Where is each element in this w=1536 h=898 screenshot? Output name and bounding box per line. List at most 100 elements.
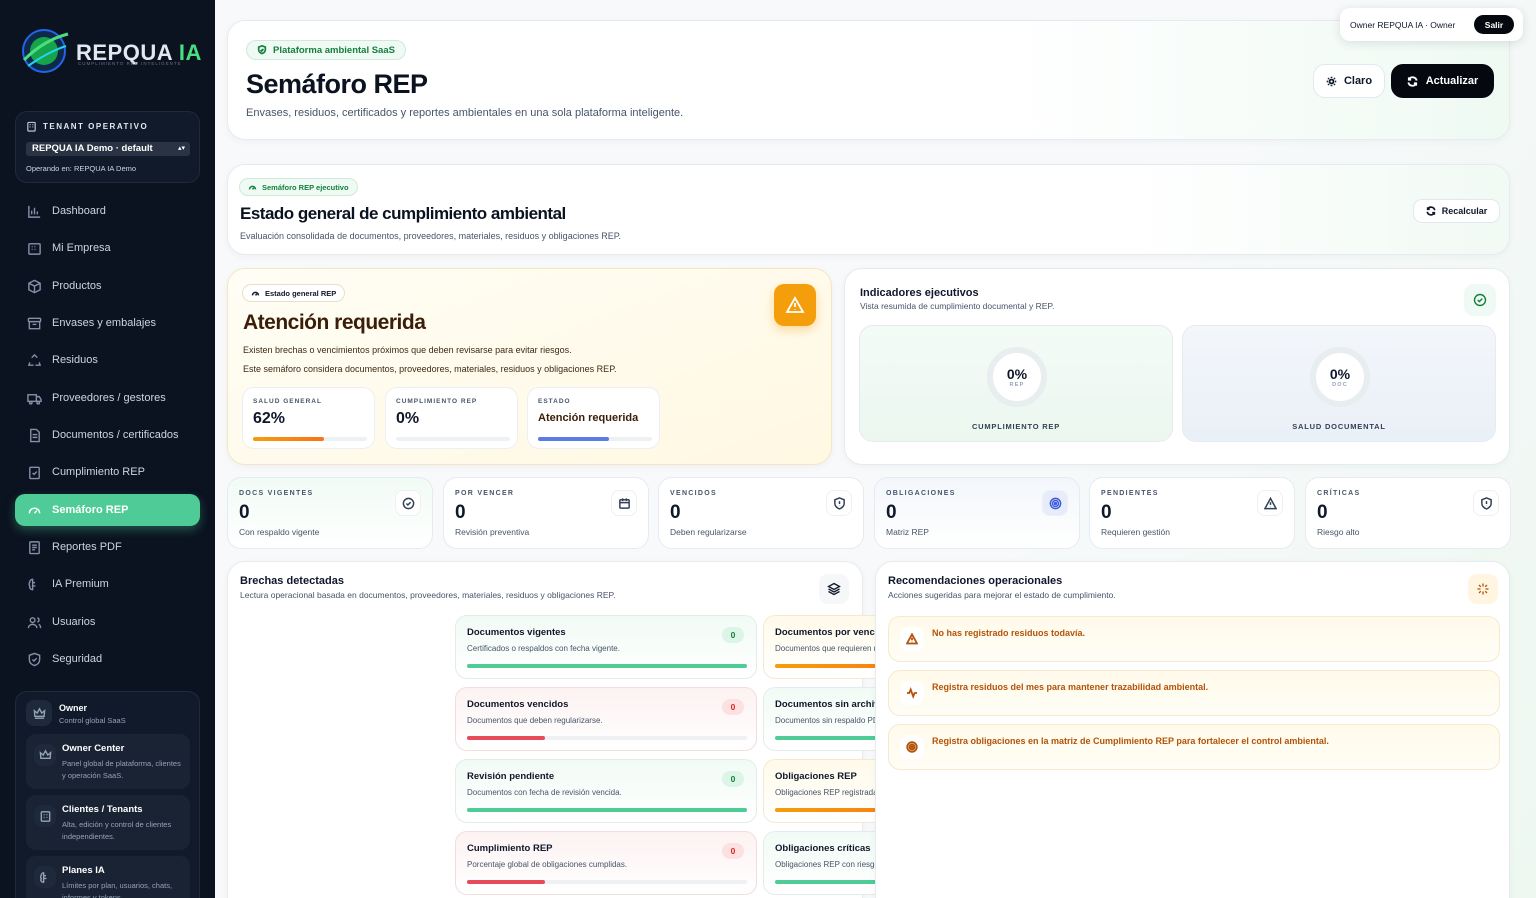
nav-usuarios[interactable]: Usuarios [15,606,200,638]
crown-icon [34,744,56,766]
nav-label: Reportes PDF [52,541,122,553]
layers-icon [819,574,849,604]
brain-icon [28,578,36,590]
recommendations-card: Recomendaciones operacionales Acciones s… [875,561,1510,898]
kpi-label: PENDIENTES [1101,490,1159,497]
gap-count: 0 [722,771,744,787]
refresh-button[interactable]: Actualizar [1391,64,1494,98]
owner-center-link[interactable]: Owner Center Panel global de plataforma,… [26,734,190,789]
gap-title: Documentos vigentes [467,627,566,638]
nav-label: Envases y embalajes [52,317,156,329]
ring-label: SALUD DOCUMENTAL [1292,422,1386,431]
logout-button[interactable]: Salir [1474,15,1514,34]
kpi-vencidos: VENCIDOS 0 Deben regularizarse [658,477,864,549]
kpi-value: 0 [239,502,250,523]
recommendation-item: Registra obligaciones en la matriz de Cu… [888,724,1500,770]
owner-title: Owner [59,703,88,713]
card-title: Owner Center [62,743,125,754]
nav-productos[interactable]: Productos [15,270,200,302]
recommendation-item: No has registrado residuos todavía. [888,616,1500,662]
nav-semaforo[interactable]: Semáforo REP [15,494,200,526]
tenant-panel: TENANT OPERATIVO REPQUA IA Demo · defaul… [15,111,200,183]
recalculate-button[interactable]: Recalcular [1413,199,1500,223]
nav-label: Usuarios [52,616,96,628]
card-desc: Alta, edición y control de clientes inde… [62,820,172,841]
progress-fill [467,736,546,740]
target-icon [900,735,924,759]
kpi-desc: Riesgo alto [1317,527,1360,537]
nav-ia-premium[interactable]: IA Premium [15,568,200,600]
nav-reportes[interactable]: Reportes PDF [15,531,200,563]
building-icon [28,242,41,255]
owner-panel: Owner Control global SaaS Owner Center P… [15,691,200,898]
gap-desc: Certificados o respaldos con fecha vigen… [467,644,620,653]
exec-summary: Semáforo REP ejecutivo Estado general de… [227,164,1510,255]
metric-value: 0% [396,410,420,427]
nav-documentos[interactable]: Documentos / certificados [15,419,200,451]
gap-count: 0 [722,843,744,859]
nav-dashboard[interactable]: Dashboard [15,195,200,227]
metric-estado: ESTADO Atención requerida [527,387,660,449]
nav-envases[interactable]: Envases y embalajes [15,307,200,339]
progress-fill [467,808,747,812]
sidebar: REPQUA IA CUMPLIMIENTO REP INTELIGENTE T… [0,0,215,898]
user-badge: Owner REPQUA IA · Owner Salir [1340,8,1523,41]
gap-title: Documentos por vencer [775,627,884,638]
kpi-label: OBLIGACIONES [886,490,956,497]
users-icon [27,616,42,628]
status-line-1: Existen brechas o vencimientos próximos … [243,345,572,355]
clients-tenants-link[interactable]: Clientes / Tenants Alta, edición y contr… [26,795,190,850]
nav-mi-empresa[interactable]: Mi Empresa [15,232,200,264]
kpi-desc: Con respaldo vigente [239,527,320,537]
plans-ia-link[interactable]: Planes IA Límites por plan, usuarios, ch… [26,856,190,898]
nav-proveedores[interactable]: Proveedores / gestores [15,382,200,414]
nav-label: Dashboard [52,205,106,217]
gaps-title: Brechas detectadas [240,575,344,587]
indicators-title: Indicadores ejecutivos [860,287,979,299]
shield-check-icon [257,45,267,55]
status-pill: Estado general REP [242,284,346,302]
gap-title: Documentos vencidos [467,699,569,710]
platform-pill: Plataforma ambiental SaaS [246,40,406,60]
page-subtitle: Envases, residuos, certificados y report… [246,107,684,119]
gap-title: Obligaciones REP [775,771,857,782]
theme-toggle-button[interactable]: Claro [1313,64,1385,98]
gauge-icon [28,507,41,514]
progress-ring: 0% REP [987,347,1047,407]
recommendation-text: Registra obligaciones en la matriz de Cu… [932,736,1329,746]
building-icon [34,805,56,827]
gauge-icon [248,185,257,190]
nav-cumplimiento[interactable]: Cumplimiento REP [15,456,200,488]
card-desc: Panel global de plataforma, clientes y o… [62,759,181,780]
owner-subtitle: Control global SaaS [59,716,126,725]
nav-residuos[interactable]: Residuos [15,344,200,376]
gap-desc: Porcentaje global de obligaciones cumpli… [467,860,628,869]
tenant-select[interactable]: REPQUA IA Demo · default ▴▾ [26,142,190,156]
recommendation-text: No has registrado residuos todavía. [932,628,1086,638]
ring-value: 0% [1329,365,1351,382]
kpi-desc: Deben regularizarse [670,527,747,537]
ring-cumplimiento-rep: 0% REP CUMPLIMIENTO REP [859,325,1173,442]
gap-desc: Documentos con fecha de revisión vencida… [467,788,622,797]
brain-icon [34,866,56,888]
kpi-desc: Requieren gestión [1101,527,1170,537]
bar-chart-icon [28,205,41,218]
nav-label: Mi Empresa [52,242,111,254]
recommendation-text: Registra residuos del mes para mantener … [932,682,1209,692]
main-area: Plataforma ambiental SaaS Semáforo REP E… [215,0,1536,898]
metric-salud-general: SALUD GENERAL 62% [242,387,375,449]
gauge-icon [251,291,260,296]
kpi-label: VENCIDOS [670,490,717,497]
ring-salud-documental: 0% DOC SALUD DOCUMENTAL [1182,325,1496,442]
nav-seguridad[interactable]: Seguridad [15,643,200,675]
shield-icon [28,652,41,666]
kpi-value: 0 [670,502,681,523]
nav-label: IA Premium [52,578,109,590]
recs-title: Recomendaciones operacionales [888,575,1063,587]
kpi-value: 0 [455,502,466,523]
nav-label: Residuos [52,354,98,366]
ring-value: 0% [1006,365,1028,382]
refresh-icon [1426,206,1436,216]
nav-label: Seguridad [52,653,103,665]
nav-label: Productos [52,280,102,292]
